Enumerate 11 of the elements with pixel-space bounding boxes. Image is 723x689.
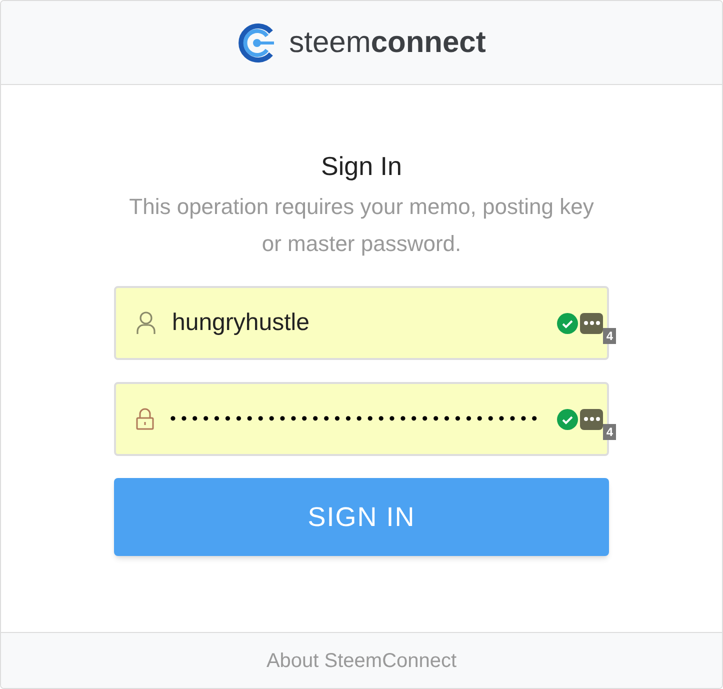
user-icon [136, 311, 156, 335]
lock-icon [136, 408, 154, 430]
count-badge: 4 [603, 424, 616, 440]
field-value: •••••••••••••••••••••••••••••••••• [170, 408, 544, 430]
logo-text: steemconnect [289, 25, 486, 61]
field-value: hungryhustle [172, 308, 310, 338]
count-badge: 4 [603, 328, 616, 344]
password-manager-button[interactable] [580, 408, 603, 430]
form-title: Sign In [321, 150, 402, 183]
password-manager-button[interactable] [580, 312, 603, 334]
form-subtitle: This operation requires your memo, posting key or master password. [128, 193, 595, 258]
